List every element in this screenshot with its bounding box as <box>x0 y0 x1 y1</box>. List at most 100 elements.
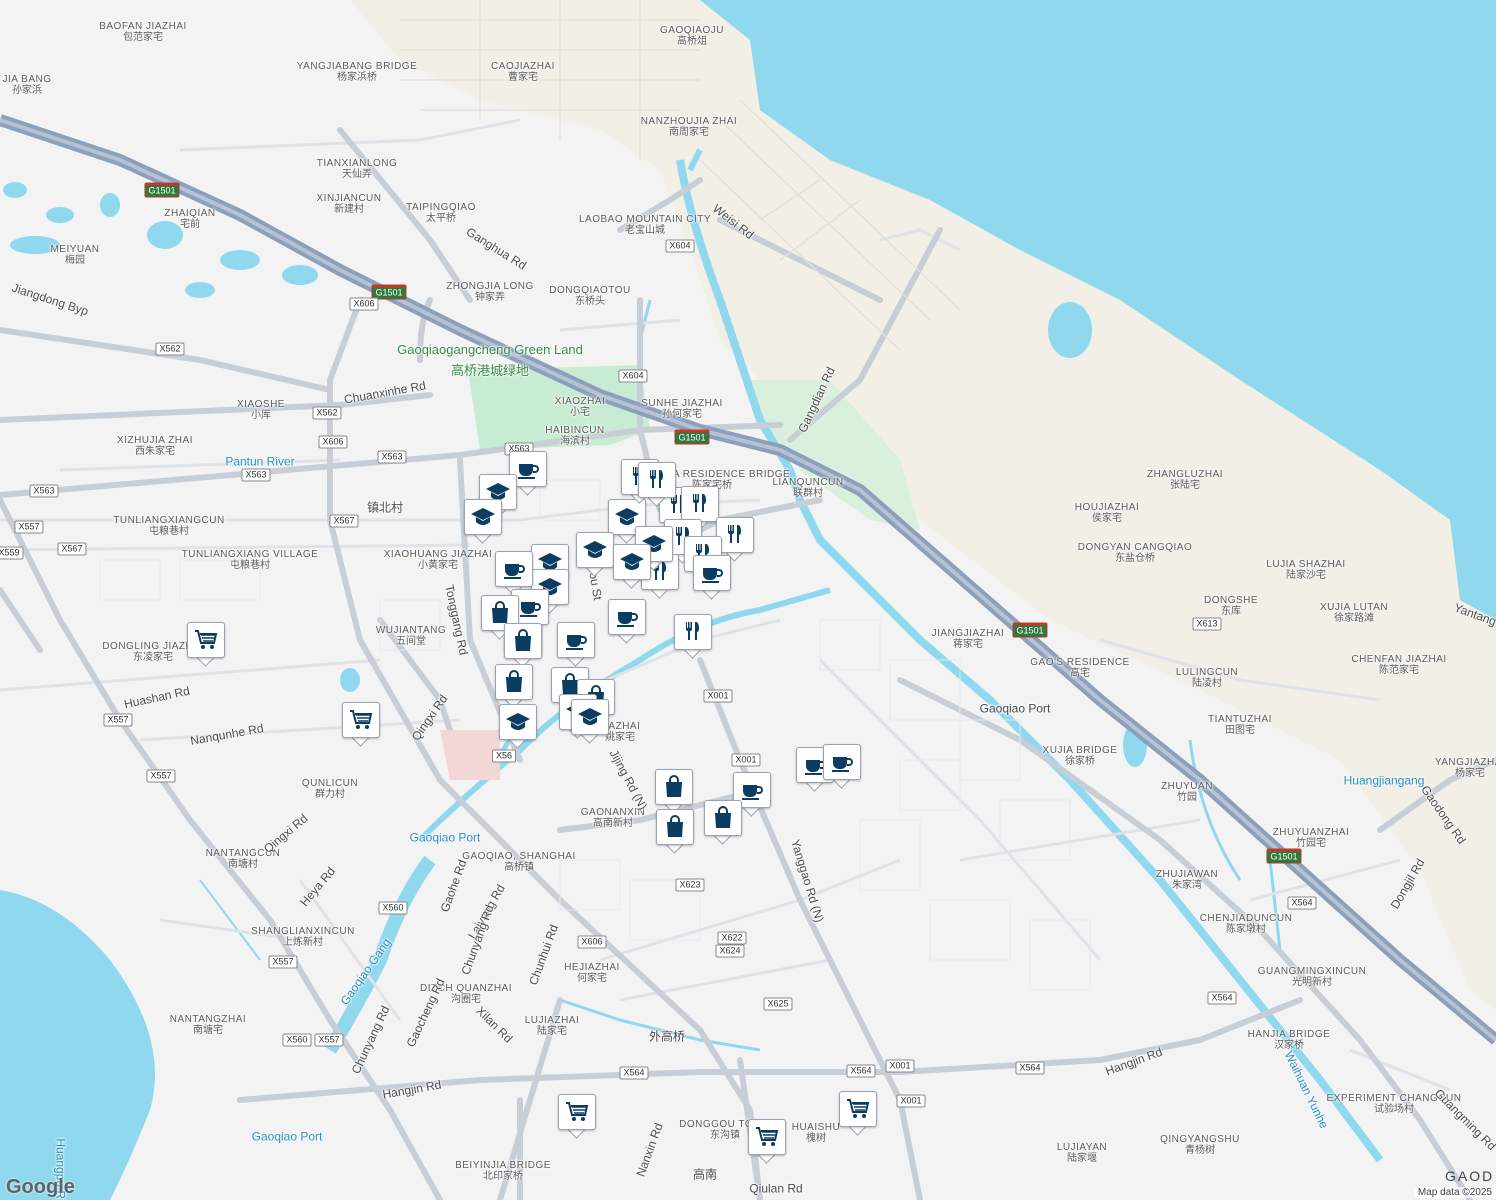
place-label-zh: 竹园宅 <box>1296 838 1326 849</box>
place-label-en: XIAOSHE <box>237 399 285 410</box>
place-label: DONGYAN CANGQIAO 东盐仓桥 <box>1078 542 1193 564</box>
place-label-zh: 陆凌村 <box>1191 678 1222 689</box>
place-label-zh: 杨家宅 <box>1454 768 1485 779</box>
place-label: GAO'S RESIDENCE 高宅 <box>1030 657 1129 679</box>
poi-marker-dining[interactable] <box>674 614 712 660</box>
cafe-icon <box>518 464 539 479</box>
poi-marker-shopping[interactable] <box>504 623 542 669</box>
map-canvas[interactable]: BAOFAN JIAZHAI 包范家宅 YANGJIABANG BRIDGE 杨家浜桥… <box>0 0 1496 1200</box>
place-label-en: HEJIAZHAI <box>564 962 620 973</box>
town-label: 外高桥 <box>648 1029 686 1044</box>
grocery-icon <box>195 630 218 649</box>
route-shield: X606 <box>349 297 379 311</box>
place-label: LUJIA SHAZHAI 陆家沙宅 <box>1266 559 1345 581</box>
school-icon <box>578 708 602 725</box>
place-label-zh: 东库 <box>1221 606 1241 617</box>
place-label-en: QINGYANGSHU <box>1160 1134 1240 1145</box>
shopping-icon <box>667 815 683 837</box>
poi-marker-school[interactable] <box>571 699 609 745</box>
route-shield: X557 <box>268 955 298 969</box>
place-label-en: XUJIA LUTAN <box>1319 602 1389 613</box>
place-label: XIAOZHAI 小宅 <box>555 396 606 418</box>
cafe-icon <box>742 785 763 800</box>
poi-marker-shopping[interactable] <box>704 800 742 846</box>
place-label-zh: 陆家宅 <box>536 1026 567 1037</box>
route-shield: X560 <box>378 901 408 915</box>
place-label-zh: 宅前 <box>179 219 200 230</box>
corner-brand: GAOD <box>1445 1168 1495 1184</box>
poi-marker-cafe[interactable] <box>823 744 861 790</box>
place-label: XUJIA LUTAN 徐家路滩 <box>1320 602 1388 624</box>
place-label: NANZHOUJIA ZHAI 南周家宅 <box>641 116 737 138</box>
route-shield: G1501 <box>674 429 710 445</box>
place-label-zh: 朱家湾 <box>1172 880 1202 891</box>
place-label: CAOJIAZHAI 曹家宅 <box>491 61 555 83</box>
place-label: WUJIANTANG 五间堂 <box>376 625 446 647</box>
road-label-text: Gaoqiao Port <box>979 701 1051 716</box>
poi-marker-grocery[interactable] <box>558 1094 596 1140</box>
place-label-zh: 南塘宅 <box>193 1025 223 1036</box>
huangpu-water <box>0 890 155 1200</box>
place-label: GUANGMINGXINCUN 光明新村 <box>1258 966 1367 988</box>
poi-marker-school[interactable] <box>613 544 651 590</box>
place-label: DONGSHE 东库 <box>1204 595 1258 617</box>
place-label-zh: 北印家桥 <box>483 1171 523 1182</box>
place-label: DONGQIAOTOU 东桥头 <box>549 285 630 307</box>
place-label-zh: 陆家沙宅 <box>1286 570 1326 581</box>
poi-marker-dining[interactable] <box>638 462 676 508</box>
poi-marker-grocery[interactable] <box>187 622 225 668</box>
place-label-en: BAOFAN JIAZHAI <box>99 21 187 32</box>
route-shield: X557 <box>146 769 176 783</box>
water-label-text: Gaoqiao Port <box>409 830 481 845</box>
town-label-text: 外高桥 <box>648 1029 686 1044</box>
place-label-zh: 曹家宅 <box>508 72 538 83</box>
place-label-zh: 何家宅 <box>577 973 607 984</box>
marker-box <box>495 664 533 700</box>
road-label: Qiulan Rd <box>749 1183 802 1195</box>
place-label-en: DONGQIAOTOU <box>549 285 631 296</box>
water-label-text: Pantun River <box>225 454 295 469</box>
route-shield: X622 <box>717 931 747 945</box>
water-label-text: Huangjiangang <box>1343 773 1425 788</box>
poi-marker-grocery[interactable] <box>839 1091 877 1137</box>
school-icon <box>583 541 607 558</box>
place-label-en: BEIYINJIA BRIDGE <box>455 1160 551 1171</box>
marker-box <box>839 1091 877 1127</box>
place-label-zh: 青杨树 <box>1185 1145 1215 1156</box>
place-label-en: NANZHOUJIA ZHAI <box>640 116 738 127</box>
place-label-en: TIANTUZHAI <box>1208 714 1272 725</box>
route-shield: X001 <box>731 753 761 767</box>
place-label: GAONANXIN 高南新村 <box>581 807 646 829</box>
place-label-zh: 东桥头 <box>575 296 605 307</box>
route-shield: G1501 <box>1266 848 1302 864</box>
place-label-zh: 陆家堰 <box>1067 1153 1097 1164</box>
place-label: LUJIAZHAI 陆家宅 <box>525 1015 580 1037</box>
map-attribution[interactable]: Map data ©2025 <box>1413 1187 1496 1198</box>
place-label-en: GAOQIAO, SHANGHAI <box>462 851 576 862</box>
poi-marker-grocery[interactable] <box>748 1119 786 1165</box>
dining-icon <box>686 622 699 640</box>
place-label: XIAOSHE 小厍 <box>237 399 285 421</box>
place-label-zh: 高桥俎 <box>676 36 707 47</box>
poi-marker-grocery[interactable] <box>342 702 380 748</box>
route-shield: X564 <box>1015 1061 1045 1075</box>
route-shield: X557 <box>314 1033 344 1047</box>
cafe-icon <box>617 612 638 627</box>
route-shield: G1501 <box>1012 622 1048 638</box>
place-label-en: CAOJIAZHAI <box>491 61 555 72</box>
poi-marker-cafe[interactable] <box>557 622 595 668</box>
place-label-en: LUJIAYAN <box>1056 1142 1108 1153</box>
place-label: YANGJIAZHAI杨家宅 <box>1435 757 1496 779</box>
poi-marker-school[interactable] <box>464 499 502 545</box>
poi-marker-school[interactable] <box>576 532 614 578</box>
poi-marker-cafe[interactable] <box>693 555 731 601</box>
place-label-en: TUNLIANGXIANGCUN <box>113 515 225 526</box>
place-label-zh: 包范家宅 <box>122 32 163 43</box>
poi-marker-cafe[interactable] <box>608 599 646 645</box>
place-label-en: LAOBAO MOUNTAIN CITY <box>578 214 712 225</box>
route-shield: X623 <box>675 878 705 892</box>
place-label-en: SHANGLIANXINCUN <box>251 926 355 937</box>
poi-marker-shopping[interactable] <box>656 809 694 855</box>
poi-marker-school[interactable] <box>499 704 537 750</box>
place-label-en: TIANXIANLONG <box>316 158 398 169</box>
